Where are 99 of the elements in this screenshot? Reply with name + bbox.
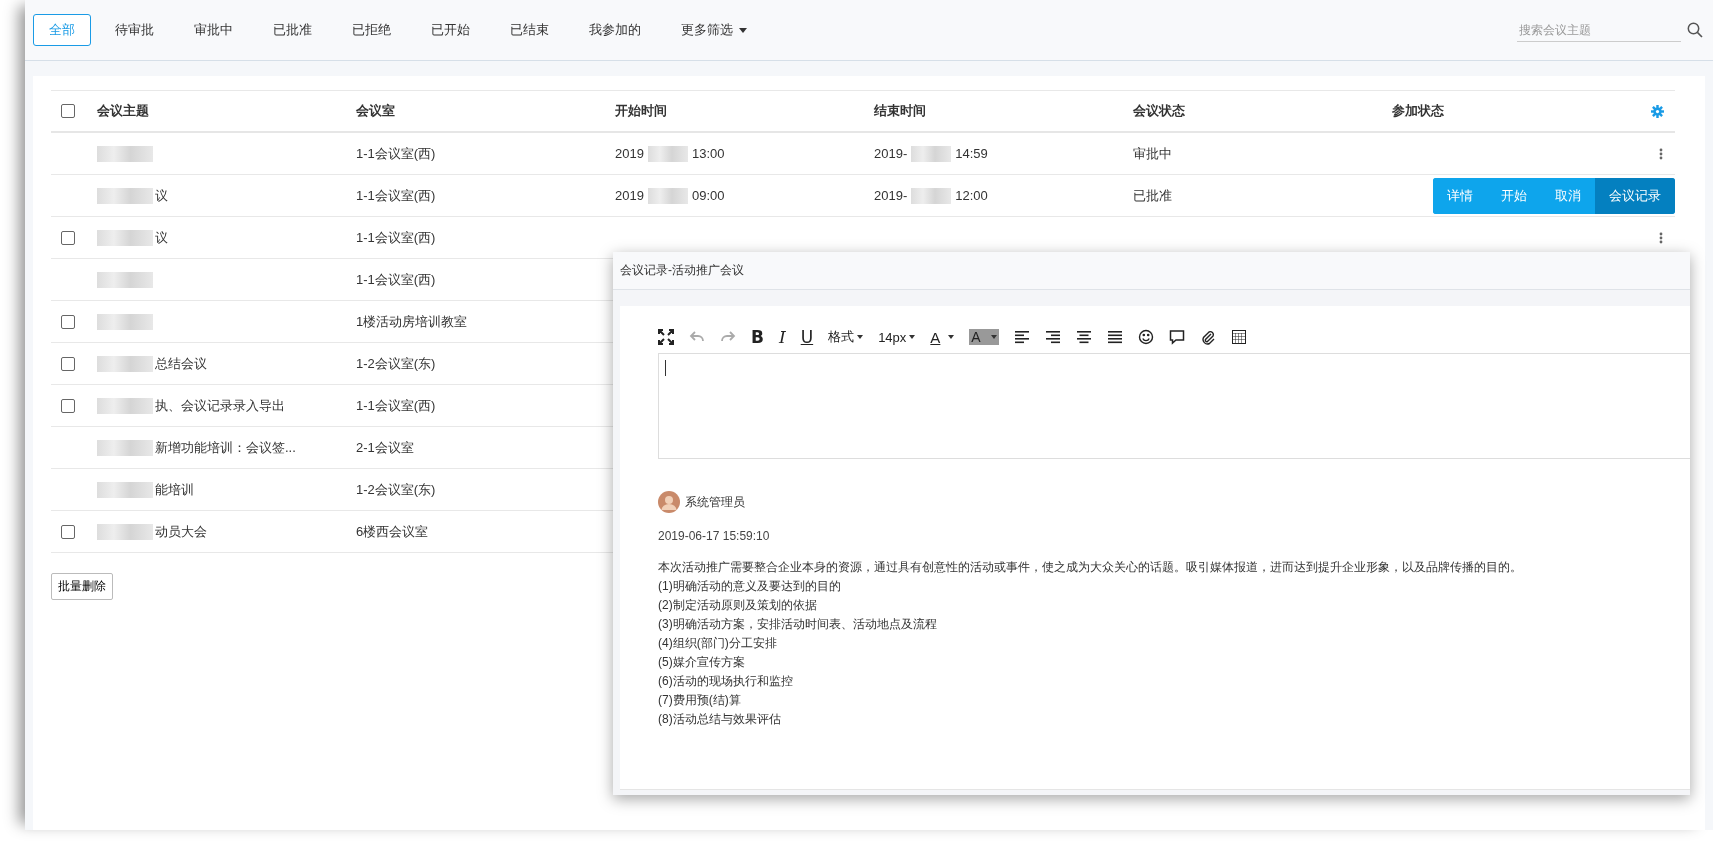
table-cell: 09:00 [691,188,725,203]
blurred-text [911,145,952,162]
table-cell: 1-1会议室(西) [356,186,436,205]
table-cell: 已批准 [1133,186,1172,205]
align-icon[interactable] [1013,329,1030,345]
row-checkbox[interactable] [61,230,75,245]
filter-tab[interactable]: 已开始 [415,14,486,46]
blurred-text [97,145,153,162]
table-cell: 议 [155,228,168,247]
table-cell: 1-1会议室(西) [356,270,436,289]
author-name: 系统管理员 [685,493,745,511]
record-text: (4)组织(部门)分工安排 [658,635,778,652]
table-cell: 2-1会议室 [356,438,414,457]
table-cell: 14:59 [955,146,988,161]
table-cell: 1-1会议室(西) [356,396,436,415]
table-cell: 13:00 [691,146,725,161]
more-icon[interactable] [1659,147,1663,160]
record-text: (7)费用预(结)算 [658,692,742,709]
blurred-text [97,229,153,246]
filter-tab[interactable]: 已结束 [494,14,565,46]
record-text: (3)明确活动方案，安排活动时间表、活动地点及流程 [658,616,938,633]
action-button[interactable]: 会议记录 [1595,178,1675,214]
editor-input[interactable] [658,353,1690,459]
blurred-text [97,355,153,372]
filter-tab[interactable]: 待审批 [99,14,170,46]
blurred-text [97,523,153,540]
row-checkbox[interactable] [61,314,75,329]
align-icon[interactable] [1044,329,1061,345]
row-checkbox[interactable] [61,398,75,413]
row-checkbox[interactable] [61,356,75,371]
table-cell: 1-1会议室(西) [356,228,436,247]
filter-tab[interactable]: 我参加的 [573,14,657,46]
blurred-text [97,313,153,330]
filter-tab[interactable]: 已批准 [257,14,328,46]
table-cell: 1楼活动房培训教室 [356,312,468,331]
record-text: (8)活动总结与效果评估 [658,711,782,728]
blurred-text [97,481,153,498]
table-cell: 1-2会议室(东) [356,354,436,373]
column-header: 会议室 [356,102,396,120]
batch-delete-button[interactable]: 批量删除 [51,573,113,600]
table-cell: 动员大会 [155,522,207,541]
toolbar-dropdown[interactable]: 14px [878,329,916,345]
table-icon[interactable] [1230,329,1247,345]
table-cell: 6楼西会议室 [356,522,429,541]
blurred-text [647,187,688,204]
background-color-button[interactable]: A [969,329,999,345]
table-cell: 2019- [874,188,908,203]
column-header: 会议主题 [97,102,150,120]
table-cell: 2019- [874,146,908,161]
italic-button[interactable]: I [778,327,786,347]
record-text: (6)活动的现场执行和监控 [658,673,794,690]
blurred-text [911,187,952,204]
row-checkbox[interactable] [61,524,75,539]
settings-icon[interactable] [1651,104,1664,118]
avatar-icon [658,491,680,513]
toolbar-dropdown[interactable]: 格式 [828,328,864,346]
blurred-text [97,271,153,288]
record-text: 本次活动推广需要整合企业本身的资源，通过具有创意性的活动或事件，使之成为大众关心的话题。吸引媒体报道，进而达到提升企业形象，以及品牌传播的目的。 [658,559,1523,576]
select-all-checkbox[interactable] [61,104,75,118]
blurred-text [97,439,153,456]
blurred-text [97,397,153,414]
column-header: 参加状态 [1392,102,1445,120]
search-icon [1687,22,1703,38]
more-filter-dropdown[interactable]: 更多筛选 [665,14,763,46]
smiley-icon[interactable] [1137,329,1154,345]
table-cell: 能培训 [155,480,194,499]
font-color-button[interactable]: A [930,328,955,346]
align-icon[interactable] [1075,329,1092,345]
caret-icon [739,27,747,33]
blurred-text [97,187,153,204]
record-text: (1)明确活动的意义及要达到的目的 [658,578,842,595]
table-cell: 议 [155,186,168,205]
record-text: (5)媒介宣传方案 [658,654,746,671]
filter-tab[interactable]: 已拒绝 [336,14,407,46]
underline-button[interactable]: U [800,327,814,347]
fullscreen-icon[interactable] [658,329,674,345]
blurred-text [647,145,688,162]
column-header: 会议状态 [1133,102,1186,120]
more-icon[interactable] [1659,231,1663,244]
table-cell: 1-2会议室(东) [356,480,436,499]
search-field[interactable]: 搜索会议主题 [1517,18,1681,42]
bold-button[interactable]: B [751,327,764,347]
paperclip-icon[interactable] [1199,329,1216,345]
table-cell: 总结会议 [155,354,207,373]
table-cell: 1-1会议室(西) [356,144,436,163]
filter-tab[interactable]: 审批中 [178,14,249,46]
record-text: (2)制定活动原则及策划的依据 [658,597,818,614]
table-cell: 12:00 [955,188,988,203]
table-cell: 新增功能培训：会议签... [155,438,296,457]
column-header: 开始时间 [615,102,668,120]
table-cell: 2019 [615,146,644,161]
table-cell: 审批中 [1133,144,1172,163]
table-cell: 执、会议记录录入导出 [155,396,285,415]
align-icon[interactable] [1106,329,1123,345]
table-cell: 2019 [615,188,644,203]
speech-bubble-icon[interactable] [1168,329,1185,345]
dialog-title: 会议记录-活动推广会议 [613,252,1690,290]
column-header: 结束时间 [874,102,927,120]
record-time: 2019-06-17 15:59:10 [658,529,771,543]
